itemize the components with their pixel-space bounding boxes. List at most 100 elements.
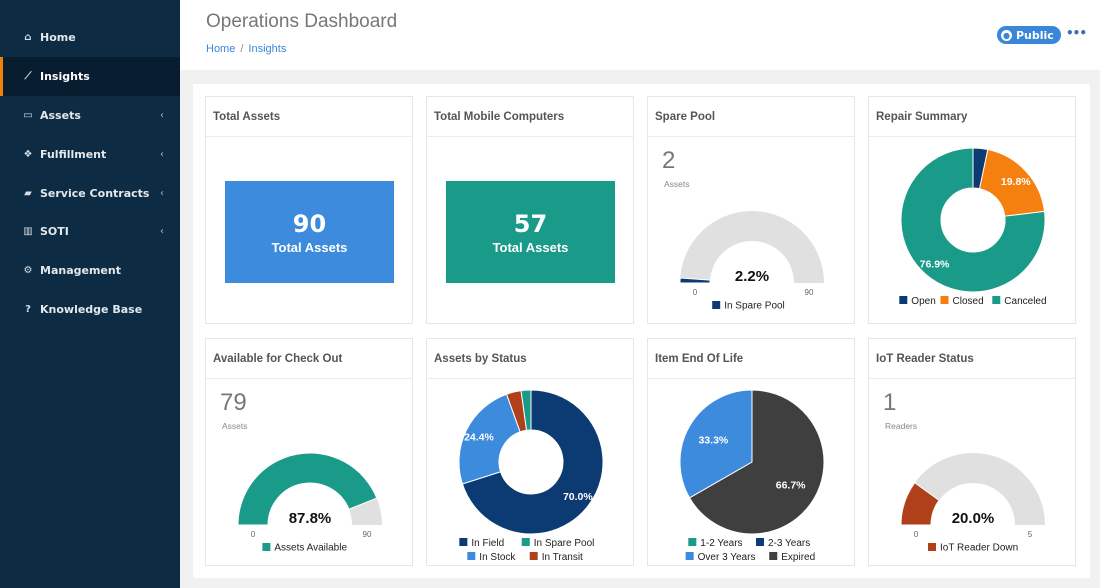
legend-swatch [940,296,949,304]
legend-swatch [928,543,936,551]
card-spare-pool: Spare Pool 2 Assets 2.2% 0 90 In Spare Pool [647,96,855,324]
legend-label: Canceled [1004,296,1046,307]
legend-swatch [899,296,908,304]
available-gauge: 87.8% 0 90 Assets Available [237,452,382,554]
spare-pool-gauge: 2.2% 0 90 In Spare Pool [679,211,824,312]
legend-label: Open [911,296,935,307]
public-visibility-badge[interactable]: ● Public [997,26,1061,44]
gauge-min-label: 0 [693,288,698,297]
legend-label: In Spare Pool [534,538,595,549]
total-mobile-stat[interactable]: 57 Total Assets [446,181,615,283]
breadcrumb-separator: / [240,43,244,55]
gauge-percent-label: 2.2% [735,268,769,285]
sidebar-item-label: SOTI [40,225,69,238]
sidebar-item-label: Fulfillment [40,148,107,161]
chevron-left-icon: ‹ [160,110,164,121]
sidebar-item-soti[interactable]: ▥ SOTI ‹ [0,212,180,251]
sidebar-item-knowledge-base[interactable]: ? Knowledge Base [0,290,180,329]
sidebar-item-label: Management [40,264,121,277]
legend-item-open[interactable]: Open [899,296,936,307]
sidebar-item-service-contracts[interactable]: ▰ Service Contracts ‹ [0,174,180,213]
legend-swatch [467,552,476,560]
legend-item[interactable]: In Spare Pool [712,301,785,312]
legend-label: Expired [781,552,815,563]
legend-item-canceled[interactable]: Canceled [992,296,1047,307]
gauge-max-label: 5 [1028,530,1033,539]
legend-label: IoT Reader Down [940,543,1018,554]
assets-by-status-chart: 70.0% 24.4% In Field In Spare Pool In Stock I… [458,389,604,563]
total-assets-stat[interactable]: 90 Total Assets [225,181,394,283]
legend-label: 1-2 Years [700,538,742,549]
card-iot-reader-status: IoT Reader Status 1 Readers 20.0% 0 5 IoT R… [868,338,1076,566]
legend-item-1-2-years[interactable]: 1-2 Years [688,538,743,549]
gauge-max-label: 90 [805,288,814,297]
legend-item-in-field[interactable]: In Field [459,538,504,549]
legend-item-in-stock[interactable]: In Stock [467,552,516,563]
legend-swatch [756,538,764,546]
sidebar-item-label: Knowledge Base [40,303,143,316]
stat-value: 90 [292,209,327,238]
sidebar-item-fulfillment[interactable]: ❖ Fulfillment ‹ [0,135,180,174]
dashboard-grid: Total Assets 90 Total Assets Total Mobil… [193,84,1090,578]
legend-item[interactable]: Assets Available [262,543,347,554]
legend-swatch [769,552,778,560]
cubes-icon: ❖ [23,149,33,160]
breadcrumb-home[interactable]: Home [206,43,235,55]
legend-label: Closed [953,296,984,307]
end-of-life-chart: 66.7% 33.3% 1-2 Years 2-3 Years Over 3 Years… [679,389,825,563]
legend-item-in-spare-pool[interactable]: In Spare Pool [521,538,595,549]
legend-swatch [529,552,538,560]
legend-swatch [521,538,530,546]
legend-swatch [992,296,1001,304]
card-repair-summary: Repair Summary 19.8% 76.9% Open Closed Cance… [868,96,1076,324]
card-assets-by-status: Assets by Status 70.0% 24.4% In Field In Sp… [426,338,634,566]
data-label-in-stock: 24.4% [464,431,494,443]
data-label-closed: 19.8% [1001,176,1031,188]
iot-reader-gauge: 20.0% 0 5 IoT Reader Down [900,453,1045,554]
card-title: Total Mobile Computers [427,97,633,137]
laptop-icon: ▭ [23,110,33,121]
legend-swatch [688,538,697,546]
chevron-left-icon: ‹ [160,226,164,237]
sidebar-item-insights[interactable]: ⟋ Insights [0,57,180,96]
card-total-mobile-computers: Total Mobile Computers 57 Total Assets [426,96,634,324]
gauge-percent-label: 20.0% [952,510,995,527]
breadcrumb-insights[interactable]: Insights [248,43,286,55]
legend-item[interactable]: IoT Reader Down [928,543,1018,554]
legend-label: In Transit [542,552,583,563]
page-header: Operations Dashboard Home / Insights ● Publ… [180,0,1100,70]
legend-item-in-transit[interactable]: In Transit [529,552,583,563]
badge-label: Public [1016,28,1054,42]
legend-swatch [685,552,694,560]
book-icon: ▰ [24,188,32,199]
sidebar-item-label: Insights [40,70,90,83]
more-options-button[interactable]: ••• [1066,26,1087,40]
stat-label: Total Assets [271,239,348,255]
legend-item-expired[interactable]: Expired [769,552,815,563]
legend-label: Assets Available [274,543,347,554]
card-title: Total Assets [206,97,412,137]
sidebar-item-label: Service Contracts [40,187,150,200]
legend-label: 2-3 Years [768,538,810,549]
legend-label: In Field [471,538,504,549]
sidebar-item-assets[interactable]: ▭ Assets ‹ [0,96,180,135]
legend-item-closed[interactable]: Closed [940,296,984,307]
gauge-max-label: 90 [363,530,372,539]
legend-swatch [459,538,468,546]
sidebar-item-label: Home [40,31,76,44]
stat-value: 57 [513,209,548,238]
card-item-end-of-life: Item End Of Life 66.7% 33.3% 1-2 Years 2-3 … [647,338,855,566]
globe-icon: ● [1001,29,1012,41]
legend-swatch [712,301,721,309]
legend-item-2-3-years[interactable]: 2-3 Years [756,538,810,549]
sidebar-item-label: Assets [40,109,81,122]
legend-label: In Stock [479,552,516,563]
gauge-percent-label: 87.8% [289,510,332,527]
bar-chart-icon: ▥ [23,226,33,237]
card-available-check-out: Available for Check Out 79 Assets 87.8% 0… [205,338,413,566]
question-circle-icon: ? [25,304,31,315]
legend-item-over-3-years[interactable]: Over 3 Years [685,552,756,563]
legend-label: In Spare Pool [724,301,785,312]
sidebar-item-home[interactable]: ⌂ Home [0,18,180,57]
sidebar-item-management[interactable]: ⚙ Management [0,251,180,290]
